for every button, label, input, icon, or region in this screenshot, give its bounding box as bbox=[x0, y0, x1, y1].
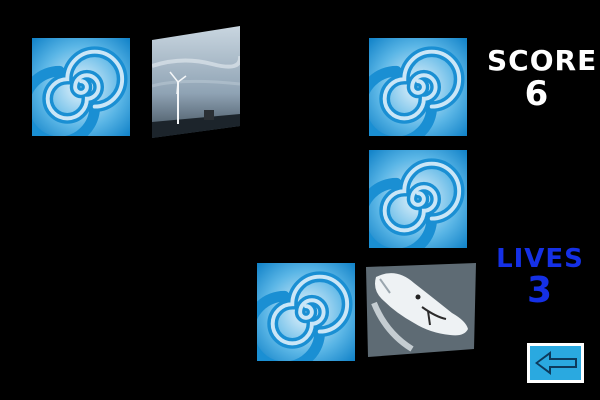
swirl-icon bbox=[257, 263, 355, 361]
swirl-icon bbox=[32, 38, 130, 136]
back-button[interactable] bbox=[527, 343, 584, 383]
swirl-icon bbox=[369, 38, 467, 136]
wind-turbine-image bbox=[152, 26, 240, 138]
lives-value: 3 bbox=[526, 270, 554, 311]
score-value: 6 bbox=[524, 74, 550, 114]
card-face-white-horse[interactable] bbox=[366, 263, 476, 357]
card-back-4[interactable] bbox=[257, 263, 355, 361]
card-back-2[interactable] bbox=[369, 38, 467, 136]
card-face-wind-turbine[interactable] bbox=[152, 26, 240, 138]
swirl-icon bbox=[369, 150, 467, 248]
left-arrow-icon bbox=[527, 343, 584, 383]
card-back-1[interactable] bbox=[32, 38, 130, 136]
score-label: SCORE bbox=[487, 44, 598, 77]
white-horse-image bbox=[366, 263, 476, 357]
card-back-3[interactable] bbox=[369, 150, 467, 248]
